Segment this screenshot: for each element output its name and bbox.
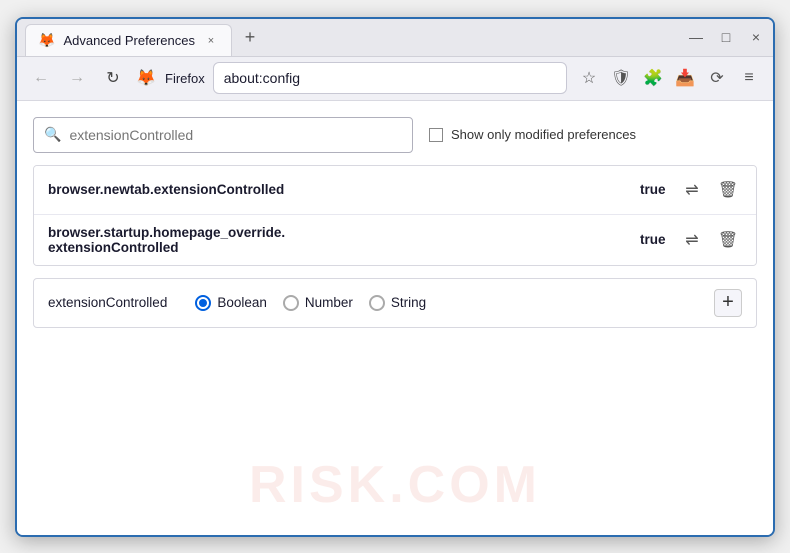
browser-name-label: Firefox [165,71,205,86]
search-input[interactable]: extensionControlled [69,127,402,143]
search-row: 🔍 extensionControlled Show only modified… [33,117,757,153]
new-pref-name: extensionControlled [48,295,167,310]
radio-number-button[interactable] [283,295,299,311]
refresh-button[interactable]: ↻ [99,64,127,92]
search-box[interactable]: 🔍 extensionControlled [33,117,413,153]
add-preference-row: extensionControlled Boolean Number Strin… [33,278,757,328]
nav-icons-right: ☆ 🛡 🧩 📥 ⟳ ≡ [575,64,763,92]
minimize-button[interactable]: — [687,28,705,46]
radio-boolean-label: Boolean [217,295,267,310]
sync-icon[interactable]: ⟳ [703,64,731,92]
pref-name-1: browser.newtab.extensionControlled [48,182,624,197]
radio-string[interactable]: String [369,295,426,311]
delete-button-2[interactable]: 🗑 [714,226,742,254]
firefox-logo-icon: 🦊 [135,67,157,89]
extension-icon[interactable]: 🧩 [639,64,667,92]
content-area: RISK.COM 🔍 extensionControlled Show only… [17,101,773,535]
watermark: RISK.COM [249,455,541,515]
browser-window: 🦊 Advanced Preferences × + — □ × ← → ↻ 🦊… [15,17,775,537]
forward-button[interactable]: → [63,64,91,92]
new-tab-button[interactable]: + [236,23,264,51]
toggle-icon-2: ⇌ [685,230,698,250]
results-table: browser.newtab.extensionControlled true … [33,165,757,266]
show-modified-text: Show only modified preferences [451,127,636,142]
delete-icon-2: 🗑 [718,230,738,250]
row-actions-1: ⇌ 🗑 [678,176,742,204]
maximize-button[interactable]: □ [717,28,735,46]
close-button[interactable]: × [747,28,765,46]
row-actions-2: ⇌ 🗑 [678,226,742,254]
bookmark-icon[interactable]: ☆ [575,64,603,92]
pref-name-2: browser.startup.homepage_override. exten… [48,225,624,255]
download-icon[interactable]: 📥 [671,64,699,92]
menu-icon[interactable]: ≡ [735,64,763,92]
radio-number-label: Number [305,295,353,310]
pref-value-2: true [640,232,670,247]
type-radio-group: Boolean Number String [195,295,702,311]
radio-string-button[interactable] [369,295,385,311]
title-bar: 🦊 Advanced Preferences × + — □ × [17,19,773,57]
address-bar[interactable]: about:config [213,62,567,94]
address-text: about:config [224,70,300,86]
window-controls: — □ × [687,28,765,46]
show-modified-label[interactable]: Show only modified preferences [429,127,636,142]
radio-boolean[interactable]: Boolean [195,295,267,311]
toggle-icon-1: ⇌ [685,180,698,200]
radio-boolean-button[interactable] [195,295,211,311]
table-row: browser.startup.homepage_override. exten… [34,215,756,265]
toggle-button-2[interactable]: ⇌ [678,226,706,254]
search-icon: 🔍 [44,126,61,143]
pref-value-1: true [640,182,670,197]
toggle-button-1[interactable]: ⇌ [678,176,706,204]
back-button[interactable]: ← [27,64,55,92]
radio-string-label: String [391,295,426,310]
radio-boolean-inner [199,299,207,307]
delete-button-1[interactable]: 🗑 [714,176,742,204]
delete-icon-1: 🗑 [718,180,738,200]
shield-icon[interactable]: 🛡 [607,64,635,92]
browser-tab[interactable]: 🦊 Advanced Preferences × [25,24,232,56]
table-row: browser.newtab.extensionControlled true … [34,166,756,215]
add-preference-button[interactable]: + [714,289,742,317]
show-modified-checkbox[interactable] [429,128,443,142]
tab-title: Advanced Preferences [63,33,195,48]
radio-number[interactable]: Number [283,295,353,311]
navigation-bar: ← → ↻ 🦊 Firefox about:config ☆ 🛡 🧩 📥 ⟳ ≡ [17,57,773,101]
tab-close-button[interactable]: × [203,33,219,49]
tab-favicon-icon: 🦊 [38,32,55,49]
